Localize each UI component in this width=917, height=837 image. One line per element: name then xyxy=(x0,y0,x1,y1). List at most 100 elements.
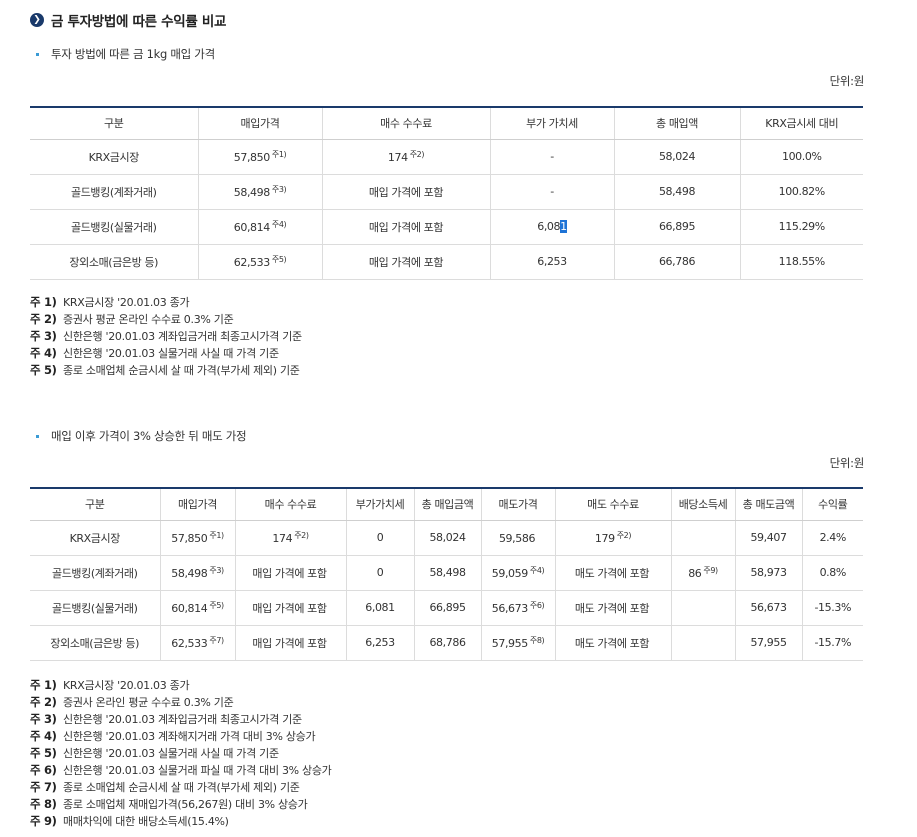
table-row: 장외소매(금은방 등) 62,533 주7) 매입 가격에 포함 6,253 68,786… xyxy=(30,625,863,661)
cell-ratio: 100.0% xyxy=(739,139,863,175)
section2-unit: 단위:원 xyxy=(829,456,865,470)
col-header: 구분 xyxy=(30,106,198,140)
cell-sell-total: 56,673 xyxy=(734,590,802,626)
cell-vat: 6,253 xyxy=(489,244,614,280)
cell-sell-price: 59,586 xyxy=(480,520,555,556)
cell-total: 58,024 xyxy=(613,139,740,175)
sell-return-table: 구분 매입가격 매수 수수료 부가가치세 총 매입금액 매도가격 매도 수수료 … xyxy=(30,487,863,661)
cell-price: 62,533 주5) xyxy=(197,244,322,280)
cell-total: 66,895 xyxy=(613,209,740,245)
cell-return-rate: 0.8% xyxy=(801,555,863,591)
cell-total: 66,895 xyxy=(413,590,481,626)
section-heading: ❯ 금 투자방법에 따른 수익률 비교 xyxy=(30,10,226,30)
col-header: 총 매입금액 xyxy=(413,487,481,521)
table-row: KRX금시장 57,850 주1) 174 주2) - 58,024 100.0% xyxy=(30,139,863,175)
col-header: 수익률 xyxy=(801,487,863,521)
footnote: 주 1) KRX금시장 '20.01.03 종가 xyxy=(30,294,190,309)
cell-price: 60,814 주5) xyxy=(159,590,235,626)
cell-ratio: 115.29% xyxy=(739,209,863,245)
cell-return-rate: -15.3% xyxy=(801,590,863,626)
cell-sell-price: 57,955 주8) xyxy=(480,625,555,661)
col-header: 매입가격 xyxy=(197,106,322,140)
cell-vat: 6,081 xyxy=(345,590,414,626)
text-selection[interactable]: 1 xyxy=(560,220,567,233)
col-header: 배당소득세 xyxy=(670,487,735,521)
table-row: 골드뱅킹(계좌거래) 58,498 주3) 매입 가격에 포함 0 58,498 59,05… xyxy=(30,555,863,591)
cell-price: 57,850 주1) xyxy=(197,139,322,175)
cell-name: 골드뱅킹(실물거래) xyxy=(30,209,198,245)
cell-name: KRX금시장 xyxy=(30,139,198,175)
chevron-right-icon: ❯ xyxy=(30,13,44,27)
col-header: 매입가격 xyxy=(159,487,235,521)
col-header: 매수 수수료 xyxy=(321,106,490,140)
cell-price: 58,498 주3) xyxy=(159,555,235,591)
cell-fee: 매입 가격에 포함 xyxy=(321,244,490,280)
cell-sell-fee: 매도 가격에 포함 xyxy=(554,625,671,661)
footnote: 주 2) 증권사 평균 온라인 수수료 0.3% 기준 xyxy=(30,311,234,326)
table-row: 골드뱅킹(실물거래) 60,814 주5) 매입 가격에 포함 6,081 66,895 5… xyxy=(30,590,863,626)
cell-sell-fee: 매도 가격에 포함 xyxy=(554,555,671,591)
col-header: 부가 가치세 xyxy=(489,106,614,140)
table-row: 골드뱅킹(실물거래) 60,814 주4) 매입 가격에 포함 6,081 66,… xyxy=(30,209,863,245)
cell-price: 60,814 주4) xyxy=(197,209,322,245)
cell-vat: - xyxy=(489,174,614,210)
footnote: 주 3) 신한은행 '20.01.03 계좌입금거래 최종고시가격 기준 xyxy=(30,328,302,343)
cell-fee: 매입 가격에 포함 xyxy=(321,209,490,245)
cell-fee: 매입 가격에 포함 xyxy=(234,590,346,626)
cell-fee: 매입 가격에 포함 xyxy=(234,555,346,591)
cell-return-rate: -15.7% xyxy=(801,625,863,661)
col-header: KRX금시세 대비 xyxy=(739,106,863,140)
purchase-price-table: 구분 매입가격 매수 수수료 부가 가치세 총 매입액 KRX금시세 대비 KR… xyxy=(30,106,863,280)
page-title: 금 투자방법에 따른 수익률 비교 xyxy=(51,14,227,30)
cell-vat: 0 xyxy=(345,555,414,591)
table-row: 골드뱅킹(계좌거래) 58,498 주3) 매입 가격에 포함 - 58,498 … xyxy=(30,174,863,210)
cell-vat: 6,253 xyxy=(345,625,414,661)
table-header-row: 구분 매입가격 매수 수수료 부가가치세 총 매입금액 매도가격 매도 수수료 … xyxy=(30,487,863,521)
col-header: 매수 수수료 xyxy=(234,487,346,521)
footnote: 주 6) 신한은행 '20.01.03 실물거래 파실 때 가격 대비 3% 상승… xyxy=(30,762,332,777)
cell-total: 58,498 xyxy=(613,174,740,210)
cell-name: 골드뱅킹(계좌거래) xyxy=(30,555,160,591)
footnote: 주 3) 신한은행 '20.01.03 계좌입금거래 최종고시가격 기준 xyxy=(30,711,302,726)
cell-name: 장외소매(금은방 등) xyxy=(30,244,198,280)
table-header-row: 구분 매입가격 매수 수수료 부가 가치세 총 매입액 KRX금시세 대비 xyxy=(30,106,863,140)
cell-name: 장외소매(금은방 등) xyxy=(30,625,160,661)
cell-ratio: 118.55% xyxy=(739,244,863,280)
cell-vat: - xyxy=(489,139,614,175)
section1-subtitle: 투자 방법에 따른 금 1kg 매입 가격 xyxy=(36,46,215,62)
cell-name: 골드뱅킹(계좌거래) xyxy=(30,174,198,210)
cell-sell-price: 59,059 주4) xyxy=(480,555,555,591)
cell-fee: 174 주2) xyxy=(321,139,490,175)
footnote: 주 4) 신한은행 '20.01.03 계좌해지거래 가격 대비 3% 상승가 xyxy=(30,728,316,743)
footnote: 주 2) 증권사 온라인 평균 수수료 0.3% 기준 xyxy=(30,694,234,709)
cell-name: KRX금시장 xyxy=(30,520,160,556)
col-header: 총 매도금액 xyxy=(734,487,802,521)
cell-return-rate: 2.4% xyxy=(801,520,863,556)
cell-price: 62,533 주7) xyxy=(159,625,235,661)
footnote: 주 4) 신한은행 '20.01.03 실물거래 사실 때 가격 기준 xyxy=(30,345,279,360)
col-header: 매도 수수료 xyxy=(554,487,671,521)
cell-name: 골드뱅킹(실물거래) xyxy=(30,590,160,626)
footnote: 주 5) 신한은행 '20.01.03 실물거래 사실 때 가격 기준 xyxy=(30,745,279,760)
cell-sell-fee: 179 주2) xyxy=(554,520,671,556)
cell-ratio: 100.82% xyxy=(739,174,863,210)
footnote: 주 8) 종로 소매업체 재매입가격(56,267원) 대비 3% 상승가 xyxy=(30,796,308,811)
col-header: 부가가치세 xyxy=(345,487,414,521)
cell-total: 58,024 xyxy=(413,520,481,556)
cell-price: 58,498 주3) xyxy=(197,174,322,210)
cell-price: 57,850 주1) xyxy=(159,520,235,556)
cell-vat[interactable]: 6,081 xyxy=(489,209,614,245)
col-header: 총 매입액 xyxy=(613,106,740,140)
footnote: 주 1) KRX금시장 '20.01.03 종가 xyxy=(30,677,190,692)
cell-vat: 0 xyxy=(345,520,414,556)
section2-subtitle: 매입 이후 가격이 3% 상승한 뒤 매도 가정 xyxy=(36,428,247,444)
cell-sell-total: 59,407 xyxy=(734,520,802,556)
bullet-dot-icon xyxy=(36,434,39,438)
cell-sell-total: 58,973 xyxy=(734,555,802,591)
cell-fee: 174 주2) xyxy=(234,520,346,556)
cell-fee: 매입 가격에 포함 xyxy=(234,625,346,661)
footnote: 주 7) 종로 소매업체 순금시세 살 때 가격(부가세 제외) 기준 xyxy=(30,779,300,794)
cell-sell-price: 56,673 주6) xyxy=(480,590,555,626)
footnote: 주 9) 매매차익에 대한 배당소득세(15.4%) xyxy=(30,813,229,828)
cell-tax xyxy=(670,520,735,556)
